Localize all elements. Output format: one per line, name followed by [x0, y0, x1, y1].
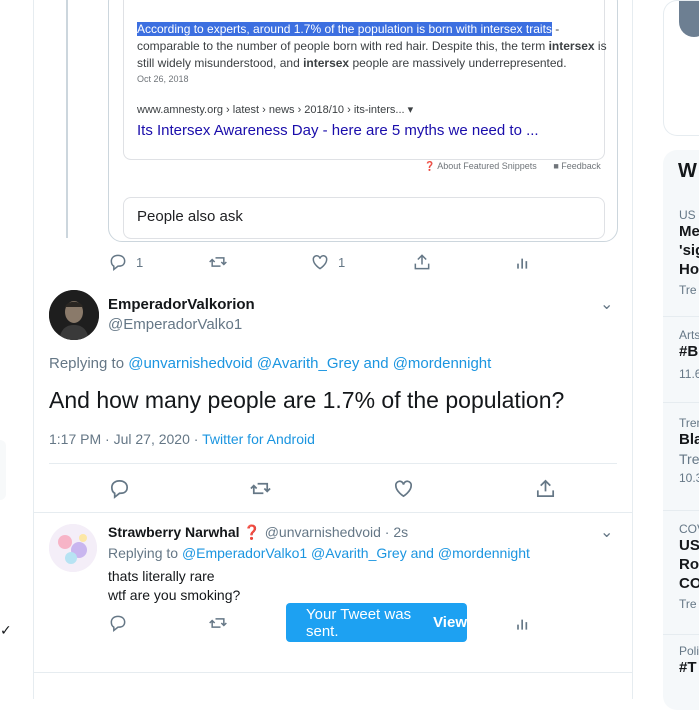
reply-button[interactable]: [108, 613, 128, 633]
divider: [49, 463, 617, 464]
divider: [663, 634, 699, 635]
tweet-text: thats literally rare wtf are you smoking…: [108, 568, 241, 603]
main-column-left-border: [33, 0, 34, 699]
thread-connector-line: [66, 0, 68, 238]
trend-item[interactable]: US Me 'sig Ho Tre: [679, 208, 699, 297]
left-panel-edge: [0, 440, 6, 500]
snippet-url: www.amnesty.org › latest › news › 2018/1…: [137, 104, 414, 116]
trends-header: W: [678, 160, 697, 182]
divider: [34, 512, 632, 513]
featured-snippet-text: According to experts, around 1.7% of the…: [137, 22, 607, 70]
heart-icon: [394, 480, 413, 498]
snippet-title-link: Its Intersex Awareness Day - here are 5 …: [137, 122, 539, 139]
replying-to-users-link[interactable]: @unvarnishedvoid @Avarith_Grey and @mord…: [128, 355, 491, 372]
replying-to-users-link[interactable]: @EmperadorValko1 @Avarith_Grey and @mord…: [182, 545, 530, 561]
snippet-footer: ❓ About Featured Snippets ■ Feedback: [424, 161, 601, 171]
retweet-icon: [209, 618, 227, 628]
reply-icon: [110, 254, 126, 272]
trend-item[interactable]: COV US Ro CO Tre: [679, 522, 699, 611]
tweet-header: Strawberry Narwhal ❓ @unvarnishedvoid · …: [108, 524, 408, 541]
reply-icon: [110, 479, 129, 499]
analytics-button[interactable]: [513, 252, 533, 272]
toast-view-button[interactable]: View: [433, 614, 467, 631]
divider: [34, 672, 632, 673]
replying-to: Replying to @EmperadorValko1 @Avarith_Gr…: [108, 545, 530, 561]
chevron-down-icon[interactable]: ⌄: [600, 294, 613, 314]
reply-button[interactable]: 1: [108, 252, 143, 272]
people-also-ask-label: People also ask: [137, 208, 243, 225]
divider: [663, 316, 699, 317]
trend-item[interactable]: Arts #B 11.6: [679, 328, 699, 381]
checkmark-icon: ✓: [0, 622, 12, 638]
people-also-ask-box: People also ask: [123, 197, 605, 239]
feedback-icon: ■: [553, 161, 559, 171]
user-handle[interactable]: @EmperadorValko1: [108, 316, 242, 333]
retweet-button[interactable]: [208, 252, 228, 272]
avatar[interactable]: [49, 290, 99, 340]
main-column-right-border: [632, 0, 633, 699]
heart-icon: [312, 254, 328, 270]
avatar[interactable]: [49, 524, 97, 572]
featured-snippet-box: According to experts, around 1.7% of the…: [123, 0, 607, 160]
analytics-icon: [517, 258, 528, 269]
share-button[interactable]: [412, 252, 432, 272]
tweet-text: And how many people are 1.7% of the popu…: [49, 387, 565, 413]
retweet-button[interactable]: [208, 613, 228, 633]
trend-item[interactable]: Tren Bla Tre 10.3: [679, 416, 699, 485]
avatar-portrait-icon: [49, 290, 99, 340]
who-to-follow-card: [663, 0, 699, 136]
retweet-icon: [250, 482, 271, 495]
share-icon: [414, 254, 430, 270]
display-name[interactable]: EmperadorValkorion: [108, 296, 255, 313]
tweet-timestamp: 1:17 PM · Jul 27, 2020 · Twitter for And…: [49, 431, 315, 447]
snippet-date: Oct 26, 2018: [137, 74, 189, 84]
like-button[interactable]: [392, 477, 415, 500]
like-button[interactable]: 1: [310, 252, 345, 272]
share-button[interactable]: [534, 477, 557, 500]
analytics-button[interactable]: [513, 613, 533, 633]
divider: [663, 402, 699, 403]
analytics-icon: [517, 619, 528, 630]
avatar-unicorn-icon: [49, 524, 97, 572]
tweet-image-embed[interactable]: According to experts, around 1.7% of the…: [108, 0, 618, 242]
retweet-icon: [209, 257, 227, 267]
help-icon: ❓: [424, 161, 436, 171]
user-handle[interactable]: @unvarnishedvoid · 2s: [265, 524, 408, 540]
retweet-button[interactable]: [249, 477, 272, 500]
snippet-highlight: According to experts, around 1.7% of the…: [137, 22, 552, 36]
reply-button[interactable]: [108, 477, 131, 500]
share-icon: [536, 479, 555, 498]
tweet-sent-toast: Your Tweet was sent. View: [286, 603, 467, 642]
display-name[interactable]: Strawberry Narwhal ❓: [108, 524, 261, 540]
replying-to: Replying to @unvarnishedvoid @Avarith_Gr…: [49, 355, 492, 372]
avatar[interactable]: [679, 1, 699, 37]
chevron-down-icon[interactable]: ⌄: [600, 522, 613, 542]
trend-item[interactable]: Poli #T: [679, 644, 699, 677]
trends-panel: W US Me 'sig Ho Tre Arts #B 11.6 Tren Bl…: [663, 150, 699, 710]
reply-icon: [110, 615, 126, 633]
toast-message: Your Tweet was sent.: [306, 605, 412, 640]
divider: [663, 510, 699, 511]
source-link[interactable]: Twitter for Android: [202, 431, 315, 447]
